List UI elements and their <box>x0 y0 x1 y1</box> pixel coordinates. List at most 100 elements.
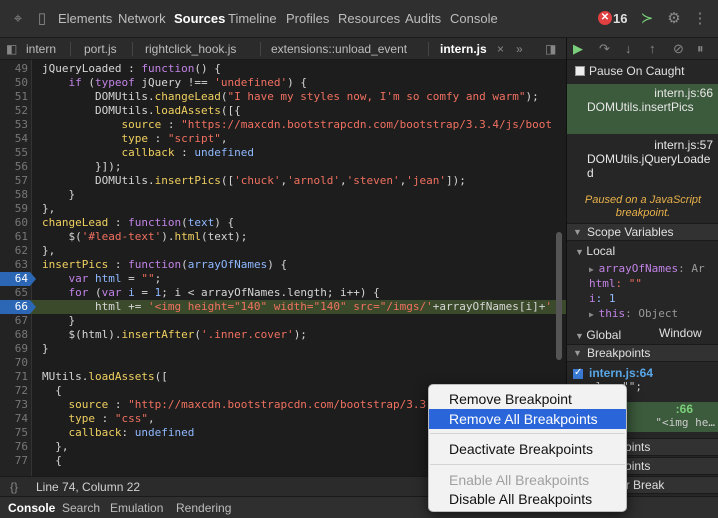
line-number[interactable]: 52 <box>0 104 28 118</box>
line-number[interactable]: 60 <box>0 216 28 230</box>
tab-profiles[interactable]: Profiles <box>286 11 329 26</box>
line-number[interactable]: 55 <box>0 146 28 160</box>
step-into-icon[interactable]: ↓ <box>625 41 632 56</box>
code-line[interactable]: 67 } <box>0 314 566 328</box>
line-number[interactable]: 71 <box>0 370 28 384</box>
line-number[interactable]: 59 <box>0 202 28 216</box>
line-number[interactable]: 53 <box>0 118 28 132</box>
line-number[interactable]: 73 <box>0 398 28 412</box>
scope-variable-row[interactable]: ▶ arrayOfNames: Ar <box>589 262 705 275</box>
toggle-debugger-icon[interactable]: ◨ <box>545 42 556 56</box>
line-number[interactable]: 50 <box>0 76 28 90</box>
line-number[interactable]: 72 <box>0 384 28 398</box>
pause-on-caught-row[interactable]: Pause On Caught <box>567 62 718 80</box>
breakpoints-header[interactable]: Breakpoints <box>567 344 718 362</box>
pause-on-caught-checkbox[interactable] <box>575 66 585 76</box>
line-number[interactable]: 61 <box>0 230 28 244</box>
line-number[interactable]: 63 <box>0 258 28 272</box>
line-number[interactable]: 58 <box>0 188 28 202</box>
code-line[interactable]: 69} <box>0 342 566 356</box>
line-number[interactable]: 69 <box>0 342 28 356</box>
code-line[interactable]: 57 DOMUtils.insertPics(['chuck','arnold'… <box>0 174 566 188</box>
close-tab-icon[interactable]: × <box>497 42 504 56</box>
console-drawer-icon[interactable]: ≻ <box>637 9 657 29</box>
drawer-tab-console[interactable]: Console <box>8 501 55 515</box>
line-number[interactable]: 51 <box>0 90 28 104</box>
step-out-icon[interactable]: ↑ <box>649 41 656 56</box>
code-line[interactable]: 68 $(html).insertAfter('.inner.cover'); <box>0 328 566 342</box>
pause-on-exceptions-icon[interactable]: ⏸ <box>697 41 704 57</box>
error-count[interactable]: 16 <box>613 11 627 26</box>
line-number[interactable]: 70 <box>0 356 28 370</box>
scope-variables-header[interactable]: Scope Variables <box>567 223 718 241</box>
tab-resources[interactable]: Resources <box>338 11 400 26</box>
code-line[interactable]: 51 DOMUtils.changeLead("I have my styles… <box>0 90 566 104</box>
disable-all-breakpoints-item[interactable]: Disable All Breakpoints <box>429 489 626 509</box>
breakpoint-marker[interactable]: 64 <box>0 272 36 286</box>
code-line[interactable]: 50 if (typeof jQuery !== 'undefined') { <box>0 76 566 90</box>
code-line[interactable]: 55 callback : undefined <box>0 146 566 160</box>
line-number[interactable]: 56 <box>0 160 28 174</box>
settings-gear-icon[interactable]: ⚙ <box>664 9 684 29</box>
line-number[interactable]: 76 <box>0 440 28 454</box>
file-tab-intern[interactable]: intern <box>26 42 56 56</box>
drawer-tab-emulation[interactable]: Emulation <box>110 501 163 515</box>
code-line[interactable]: 58 } <box>0 188 566 202</box>
file-tab-unload-event[interactable]: extensions::unload_event <box>271 42 407 56</box>
deactivate-breakpoints-item[interactable]: Deactivate Breakpoints <box>429 439 626 459</box>
pretty-print-icon[interactable]: {} <box>10 480 18 494</box>
step-over-icon[interactable]: ↷ <box>599 41 610 57</box>
breakpoint-checkbox[interactable] <box>573 367 583 379</box>
tab-audits[interactable]: Audits <box>405 11 441 26</box>
local-scope-header[interactable]: Local <box>575 244 615 258</box>
line-number[interactable]: 68 <box>0 328 28 342</box>
code-line[interactable]: 54 type : "script", <box>0 132 566 146</box>
code-line[interactable]: 62}, <box>0 244 566 258</box>
code-line[interactable]: 60 changeLead : function(text) { <box>0 216 566 230</box>
code-line[interactable]: 70 <box>0 356 566 370</box>
tab-sources[interactable]: Sources <box>174 11 225 26</box>
toggle-navigator-icon[interactable]: ◧ <box>6 42 17 56</box>
more-options-icon[interactable]: ⋮ <box>690 9 710 29</box>
tab-list-icon[interactable]: » <box>516 42 523 56</box>
global-scope-header[interactable]: Global <box>575 328 621 342</box>
line-number[interactable]: 65 <box>0 286 28 300</box>
line-number[interactable]: 54 <box>0 132 28 146</box>
code-line[interactable]: 49 jQueryLoaded : function() { <box>0 62 566 76</box>
call-frame-insert-pics[interactable]: intern.js:66 DOMUtils.insertPics <box>567 84 718 134</box>
device-mode-icon[interactable]: ▯ <box>32 9 52 29</box>
file-tab-rightclick-hook[interactable]: rightclick_hook.js <box>145 42 236 56</box>
remove-breakpoint-item[interactable]: Remove Breakpoint <box>429 389 626 409</box>
code-line[interactable]: 66 html += '<img height="140" width="140… <box>0 300 566 314</box>
line-number[interactable]: 67 <box>0 314 28 328</box>
resume-icon[interactable]: ▶ <box>573 41 583 57</box>
line-number[interactable]: 75 <box>0 426 28 440</box>
line-number[interactable]: 74 <box>0 412 28 426</box>
code-line[interactable]: 56 }]); <box>0 160 566 174</box>
breakpoint-marker[interactable]: 66 <box>0 300 36 314</box>
deactivate-breakpoints-icon[interactable]: ⊘ <box>673 41 684 57</box>
code-line[interactable]: 52 DOMUtils.loadAssets([{ <box>0 104 566 118</box>
line-number[interactable]: 77 <box>0 454 28 468</box>
tab-console[interactable]: Console <box>450 11 498 26</box>
code-line[interactable]: 64 var html = ""; <box>0 272 566 286</box>
tab-timeline[interactable]: Timeline <box>228 11 277 26</box>
vertical-scrollbar[interactable] <box>556 232 562 360</box>
remove-all-breakpoints-item[interactable]: Remove All Breakpoints <box>429 409 626 429</box>
scope-variable-row[interactable]: html: "" <box>589 277 642 290</box>
drawer-tab-rendering[interactable]: Rendering <box>176 501 231 515</box>
scope-variable-row[interactable]: i: 1 <box>589 292 616 305</box>
scope-variable-row[interactable]: ▶ this: Object <box>589 307 678 320</box>
code-line[interactable]: 65 for (var i = 1; i < arrayOfNames.leng… <box>0 286 566 300</box>
tab-elements[interactable]: Elements <box>58 11 112 26</box>
tab-network[interactable]: Network <box>118 11 166 26</box>
code-line[interactable]: 61 $('#lead-text').html(text); <box>0 230 566 244</box>
code-line[interactable]: 71 MUtils.loadAssets([ <box>0 370 566 384</box>
line-number[interactable]: 49 <box>0 62 28 76</box>
error-icon[interactable]: ✕ <box>598 11 612 25</box>
file-tab-port[interactable]: port.js <box>84 42 117 56</box>
code-line[interactable]: 53 source : "https://maxcdn.bootstrapcdn… <box>0 118 566 132</box>
inspect-icon[interactable]: ⌖ <box>8 9 28 29</box>
call-frame-jquery-loaded[interactable]: intern.js:57 DOMUtils.jQueryLoaded <box>567 138 718 186</box>
line-number[interactable]: 62 <box>0 244 28 258</box>
